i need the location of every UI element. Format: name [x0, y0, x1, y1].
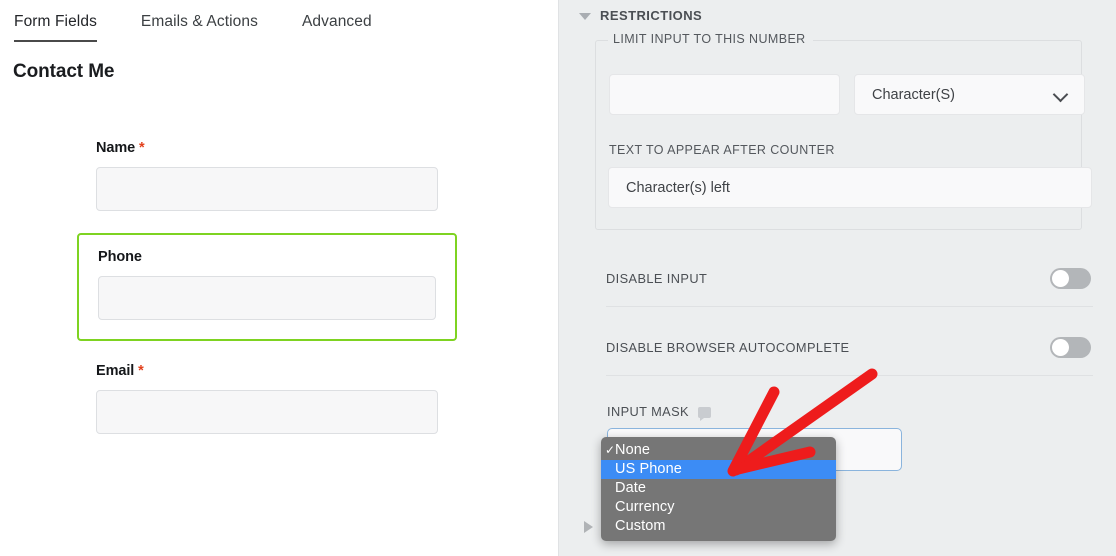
- required-marker: *: [138, 363, 144, 379]
- mask-option-currency-label: Currency: [615, 499, 675, 515]
- form-field-email-label-text: Email: [96, 363, 135, 379]
- form-field-name-label-text: Name: [96, 140, 136, 156]
- disable-input-toggle[interactable]: [1050, 268, 1091, 289]
- disable-browser-autocomplete-label: DISABLE BROWSER AUTOCOMPLETE: [606, 340, 850, 355]
- form-field-email-input[interactable]: [96, 390, 438, 434]
- mask-option-date-label: Date: [615, 480, 647, 496]
- disable-browser-autocomplete-row: DISABLE BROWSER AUTOCOMPLETE: [606, 320, 1093, 376]
- disable-input-row: DISABLE INPUT: [606, 251, 1093, 307]
- form-field-phone[interactable]: Phone: [77, 233, 457, 341]
- form-preview-panel: Form Fields Emails & Actions Advanced Co…: [0, 0, 558, 556]
- mask-option-currency[interactable]: Currency: [601, 498, 836, 517]
- form-field-name-label: Name *: [96, 140, 438, 156]
- required-marker: *: [139, 140, 145, 156]
- limit-input-legend: LIMIT INPUT TO THIS NUMBER: [608, 32, 813, 46]
- mask-option-date[interactable]: Date: [601, 479, 836, 498]
- field-settings-panel: RESTRICTIONS LIMIT INPUT TO THIS NUMBER …: [558, 0, 1116, 556]
- mask-option-us-phone-label: US Phone: [615, 461, 682, 477]
- tab-form-fields[interactable]: Form Fields: [14, 13, 97, 42]
- mask-option-custom[interactable]: Custom: [601, 517, 836, 536]
- tab-advanced-label: Advanced: [301, 13, 372, 30]
- toggle-knob: [1052, 270, 1069, 287]
- tab-emails-actions-label: Emails & Actions: [140, 13, 258, 30]
- form-field-email[interactable]: Email *: [96, 363, 438, 434]
- counter-text-input[interactable]: Character(s) left: [608, 167, 1092, 208]
- form-field-email-label: Email *: [96, 363, 438, 379]
- counter-text-label: TEXT TO APPEAR AFTER COUNTER: [609, 143, 835, 157]
- disable-input-label: DISABLE INPUT: [606, 271, 708, 286]
- mask-option-none-label: None: [615, 442, 651, 458]
- form-field-phone-input[interactable]: [98, 276, 436, 320]
- restrictions-section-title: RESTRICTIONS: [600, 8, 703, 23]
- input-mask-label-group: INPUT MASK: [607, 404, 711, 421]
- page-title: Contact Me: [13, 61, 115, 82]
- form-fields-list: Name * Phone Email *: [0, 140, 558, 456]
- limit-input-row: Character(S): [609, 74, 1085, 115]
- form-field-name[interactable]: Name *: [96, 140, 438, 211]
- tab-form-fields-label: Form Fields: [14, 13, 97, 30]
- limit-unit-select[interactable]: Character(S): [854, 74, 1085, 115]
- caret-down-icon[interactable]: [579, 12, 591, 20]
- chevron-down-icon[interactable]: [1055, 88, 1068, 101]
- tab-bar: Form Fields Emails & Actions Advanced: [0, 0, 558, 42]
- restrictions-section-header[interactable]: RESTRICTIONS: [579, 8, 702, 23]
- mask-option-custom-label: Custom: [615, 518, 666, 534]
- form-field-phone-label-text: Phone: [98, 249, 142, 265]
- input-mask-label: INPUT MASK: [607, 404, 689, 419]
- counter-text-value: Character(s) left: [626, 179, 730, 196]
- limit-number-input[interactable]: [609, 74, 840, 115]
- speech-bubble-tooltip-icon[interactable]: [697, 406, 711, 421]
- tab-advanced[interactable]: Advanced: [302, 13, 372, 42]
- triangle-right-icon: [584, 521, 593, 533]
- mask-option-us-phone[interactable]: US Phone: [601, 460, 836, 479]
- tab-emails-actions[interactable]: Emails & Actions: [141, 13, 258, 42]
- input-mask-dropdown-menu[interactable]: ✓ None US Phone Date Currency Custom: [601, 437, 836, 541]
- disable-browser-autocomplete-toggle[interactable]: [1050, 337, 1091, 358]
- mask-option-none[interactable]: ✓ None: [601, 441, 836, 460]
- form-field-phone-label: Phone: [98, 249, 436, 265]
- check-icon: ✓: [605, 443, 616, 457]
- form-field-name-input[interactable]: [96, 167, 438, 211]
- limit-unit-select-value: Character(S): [872, 86, 955, 103]
- toggle-knob: [1052, 339, 1069, 356]
